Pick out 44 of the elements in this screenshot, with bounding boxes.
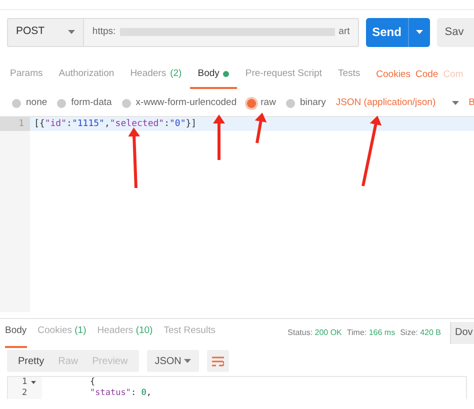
link[interactable]: Code <box>415 68 438 82</box>
download-button[interactable]: Dov <box>450 322 474 344</box>
wrap-lines-button[interactable] <box>206 350 229 372</box>
arrow-annotation <box>254 112 267 144</box>
caret-icon <box>452 101 459 105</box>
code-line: "status": 0, <box>90 388 152 399</box>
arrow-annotation <box>362 116 382 186</box>
response-stat: Status: 200 OK <box>288 326 342 338</box>
tab[interactable]: Headers (2) <box>130 60 182 90</box>
radio-option[interactable]: form-data <box>57 96 112 110</box>
content-type-dropdown[interactable]: JSON (application/json) <box>336 96 459 110</box>
arrow-annotation <box>213 114 225 160</box>
wrap-lines-icon <box>212 356 224 366</box>
view-option[interactable]: Pretty <box>11 354 52 368</box>
caret-icon <box>416 30 423 34</box>
url-field[interactable]: https: art <box>83 18 359 46</box>
radio-option[interactable]: none <box>12 96 48 110</box>
method-dropdown[interactable]: POST <box>7 18 84 46</box>
tab[interactable]: Params <box>10 60 43 90</box>
save-button[interactable]: Sav <box>436 18 474 46</box>
line-number: 1 <box>22 377 28 388</box>
tab[interactable]: Cookies (1) <box>38 317 86 348</box>
line-number: 1 <box>0 117 30 131</box>
tab[interactable]: Body <box>5 317 27 348</box>
tab[interactable]: Authorization <box>58 60 114 90</box>
radio-option[interactable]: x-www-form-urlencoded <box>122 96 237 110</box>
tab[interactable]: Headers (10) <box>97 317 153 348</box>
send-button[interactable]: Send <box>366 18 430 46</box>
response-stat: Time: 166 ms <box>346 326 396 338</box>
caret-icon <box>68 30 76 34</box>
tab[interactable]: Pre-request Script <box>245 60 322 90</box>
response-stat: Size: 420 B <box>400 326 441 338</box>
code-line: { <box>90 377 96 388</box>
line-number: 2 <box>22 388 28 399</box>
tab[interactable]: Body <box>190 60 238 90</box>
arrow-annotation <box>128 128 140 188</box>
fold-caret-icon[interactable] <box>31 381 36 384</box>
format-dropdown[interactable]: JSON <box>146 350 199 372</box>
link[interactable]: Cookies <box>376 68 410 82</box>
radio-option[interactable]: binary <box>286 96 326 110</box>
tab[interactable]: Test Results <box>164 317 216 348</box>
caret-icon <box>184 359 191 363</box>
tab[interactable]: Tests <box>338 60 360 90</box>
radio-option[interactable]: raw <box>246 96 276 110</box>
